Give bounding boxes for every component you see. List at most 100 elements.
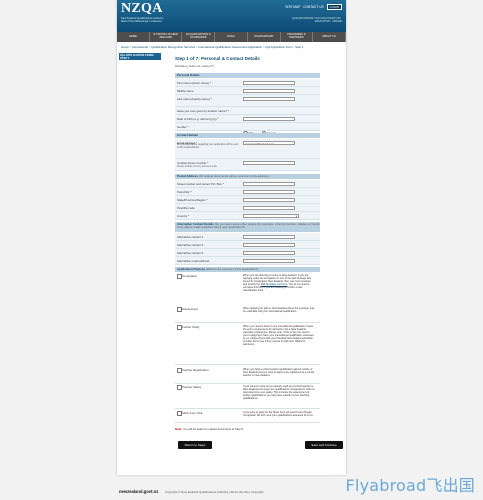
alt-contact-1-input[interactable] bbox=[243, 234, 295, 239]
last-name-label: Last name (Family name) * bbox=[177, 96, 212, 101]
site-header: NZQA New Zealand Qualifications Authorit… bbox=[117, 0, 346, 32]
contact-us-link[interactable]: CONTACT US bbox=[303, 5, 323, 9]
nav-studying[interactable]: STUDYING IN NEW ZEALAND bbox=[150, 32, 183, 42]
dob-input[interactable] bbox=[243, 116, 295, 121]
nav-qualifications[interactable]: QUALIFICATIONS & STANDARDS bbox=[182, 32, 216, 42]
mandatory-note: Mandatory fields are marked (*) bbox=[175, 64, 215, 68]
alt-email-label: Alternative email address bbox=[177, 258, 210, 263]
alt-contact-2-row: Alternative contact 2 bbox=[175, 241, 320, 249]
alt-contact-2-label: Alternative contact 2 bbox=[177, 242, 204, 247]
alt-email-input[interactable] bbox=[243, 258, 295, 263]
step-title: Step 1 of 7: Personal & Contact Details bbox=[175, 56, 260, 61]
alt-email-row: Alternative email address bbox=[175, 257, 320, 265]
teacher-registration-label: Teacher Registration bbox=[182, 367, 209, 372]
purpose-teacher-salary: Teacher Salary If you intend to work as … bbox=[175, 384, 320, 409]
header-tagline: QUALIFICATIONS YOU CAN COUNT ON · EDUCAT… bbox=[291, 17, 342, 24]
logo-subtitle: New Zealand Qualifications Authority · M… bbox=[121, 17, 165, 23]
immigration-desc: When you are planning to move to New Zea… bbox=[243, 273, 312, 292]
country-select[interactable]: ▾ bbox=[243, 213, 299, 218]
watermark: Flyabroad飞出国 bbox=[345, 476, 475, 495]
section-alternative: Alternative Contact Details (Do you want… bbox=[175, 222, 320, 232]
return-to-steps-button[interactable]: Return to Steps bbox=[178, 441, 212, 449]
footer-copyright[interactable]: Copyright © New Zealand Qualifications A… bbox=[165, 490, 263, 494]
alt-contact-3-input[interactable] bbox=[243, 250, 295, 255]
silver-fern-desc: If you want to apply for the Silver Fern… bbox=[243, 410, 314, 417]
silver-fern-label: Silver Fern Visa bbox=[182, 410, 203, 415]
alt-contact-2-input[interactable] bbox=[243, 242, 295, 247]
further-study-desc: When you need to know if your internatio… bbox=[243, 324, 314, 346]
silver-fern-checkbox[interactable] bbox=[177, 411, 182, 416]
section-postal: Postal Address (All original documents w… bbox=[175, 174, 320, 179]
nav-scholarship[interactable]: SCHOLARSHIP bbox=[248, 32, 281, 42]
teacher-salary-checkbox[interactable] bbox=[177, 385, 182, 390]
region-input[interactable] bbox=[243, 197, 295, 202]
other-name-label: Have you ever gone by another name? * bbox=[177, 108, 229, 113]
phone-note: Please include country and area code. bbox=[177, 164, 218, 168]
upload-note: Note: You will be asked to upload docume… bbox=[175, 427, 244, 431]
chevron-down-icon: ▾ bbox=[295, 214, 297, 218]
email-note: All correspondence regarding your applic… bbox=[177, 143, 239, 149]
middle-name-label: Middle name bbox=[177, 88, 194, 93]
employment-desc: When applying for jobs in New Zealand wh… bbox=[243, 306, 315, 313]
teacher-registration-desc: When you hold a school teacher qualifica… bbox=[243, 367, 315, 377]
other-name-row: Have you ever gone by another name? * No… bbox=[175, 107, 320, 120]
first-name-label: First name (Given name) * bbox=[177, 80, 211, 85]
save-and-continue-button[interactable]: Save and Continue bbox=[305, 441, 343, 449]
town-input[interactable] bbox=[243, 189, 295, 194]
town-label: Town/City * bbox=[177, 189, 192, 194]
form-heading: Step 1 of 7: Personal & Contact Details … bbox=[175, 56, 320, 68]
nav-providers[interactable]: PROVIDERS & PARTNERS bbox=[281, 32, 314, 42]
teacher-salary-desc: If you intend to work as you already wor… bbox=[243, 384, 315, 400]
email-row: Email address * All correspondence regar… bbox=[175, 139, 320, 159]
country-row: Country * ▾ bbox=[175, 212, 320, 220]
postcode-row: Post/Zip code bbox=[175, 204, 320, 212]
region-row: State/Province/Region * bbox=[175, 196, 320, 204]
purpose-further-study: Further Study When you need to know if y… bbox=[175, 324, 320, 365]
alt-contact-1-row: Alternative contact 1 bbox=[175, 233, 320, 241]
dob-row: Date of birth (e.g. dd/mm/yyyy) * bbox=[175, 115, 320, 123]
gender-label: Gender * bbox=[177, 124, 189, 129]
page: NZQA New Zealand Qualifications Authorit… bbox=[0, 0, 483, 500]
further-study-checkbox[interactable] bbox=[177, 325, 182, 330]
immigration-label: Immigration bbox=[182, 273, 198, 278]
sidebar-title[interactable]: IQA APPLICATION FORM - STEP 1 bbox=[119, 53, 161, 60]
nav-about[interactable]: ABOUT US bbox=[313, 32, 347, 42]
section-personal: Personal Details bbox=[175, 73, 320, 78]
alt-contact-3-row: Alternative contact 3 bbox=[175, 249, 320, 257]
nav-ncea[interactable]: NCEA bbox=[215, 32, 248, 42]
country-label: Country * bbox=[177, 213, 190, 218]
region-label: State/Province/Region * bbox=[177, 197, 208, 202]
street-input[interactable] bbox=[243, 181, 295, 186]
middle-name-row: Middle name bbox=[175, 87, 320, 95]
street-label: Street number and name/ P.O. Box * bbox=[177, 181, 224, 186]
purpose-teacher-registration: Teacher Registration When you hold a sch… bbox=[175, 367, 320, 384]
nav-home[interactable]: HOME bbox=[117, 32, 150, 42]
last-name-input[interactable] bbox=[243, 96, 295, 101]
street-row: Street number and name/ P.O. Box * bbox=[175, 180, 320, 188]
immigration-checkbox[interactable] bbox=[177, 274, 182, 279]
purpose-silver-fern: Silver Fern Visa If you want to apply fo… bbox=[175, 410, 320, 423]
breadcrumb[interactable]: Home > International > Qualification Rec… bbox=[121, 45, 304, 49]
last-name-row: Last name (Family name) * No Last Name bbox=[175, 95, 320, 114]
postcode-input[interactable] bbox=[243, 205, 295, 210]
login-button[interactable]: LOGIN bbox=[326, 4, 342, 10]
middle-name-input[interactable] bbox=[243, 88, 295, 93]
teacher-registration-checkbox[interactable] bbox=[177, 368, 182, 373]
further-study-label: Further Study bbox=[182, 324, 200, 329]
first-name-input[interactable] bbox=[243, 80, 295, 85]
postcode-label: Post/Zip code bbox=[177, 205, 195, 210]
main-nav: HOME STUDYING IN NEW ZEALAND QUALIFICATI… bbox=[117, 32, 347, 42]
utility-links: SITE MAP CONTACT US LOGIN bbox=[285, 4, 342, 10]
employment-checkbox[interactable] bbox=[177, 307, 182, 312]
nzqa-logo[interactable]: NZQA bbox=[121, 1, 163, 17]
email-input[interactable]: aravasvs@hotmail.com bbox=[243, 140, 295, 145]
dob-label: Date of birth (e.g. dd/mm/yyyy) * bbox=[177, 116, 219, 121]
section-purpose: Application Purpose (What is the purpose… bbox=[175, 267, 320, 272]
site-map-link[interactable]: SITE MAP bbox=[285, 5, 300, 9]
employment-label: Employment bbox=[182, 306, 199, 311]
phone-input[interactable] bbox=[243, 160, 295, 165]
govt-nz-link[interactable]: newzealand.govt.nz bbox=[119, 489, 158, 494]
section-contact: Contact Details bbox=[175, 133, 320, 138]
teacher-salary-label: Teacher Salary bbox=[182, 384, 202, 389]
town-row: Town/City * bbox=[175, 188, 320, 196]
